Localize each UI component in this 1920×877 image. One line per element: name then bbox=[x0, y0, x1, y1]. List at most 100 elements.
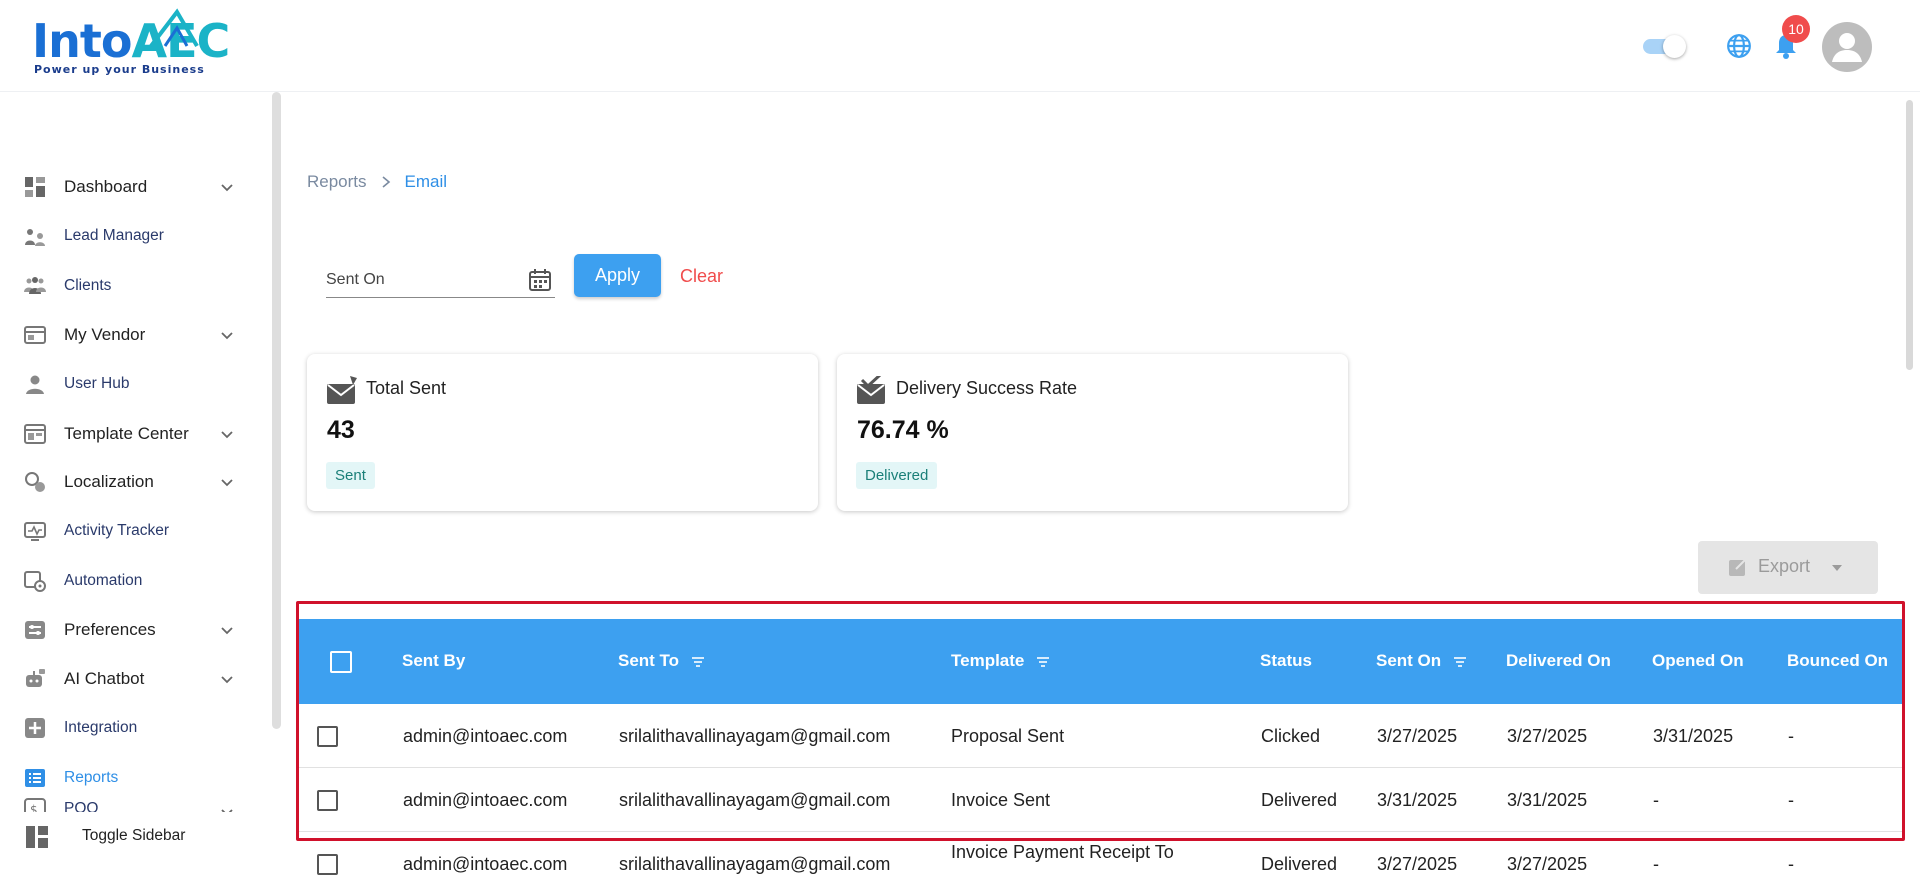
sidebar-item-label: User Hub bbox=[64, 375, 130, 392]
chevron-down-icon bbox=[221, 809, 233, 812]
person-icon bbox=[1832, 33, 1862, 62]
column-header-bounced-on[interactable]: Bounced On bbox=[1787, 651, 1888, 671]
export-label: Export bbox=[1758, 556, 1811, 576]
cell-sent-on: 3/27/2025 bbox=[1377, 854, 1458, 874]
sidebar-item-activity-tracker[interactable]: Activity Tracker bbox=[0, 509, 250, 553]
cell-template: Invoice Sent bbox=[951, 790, 1051, 810]
table-row[interactable]: admin@intoaec.com srilalithavallinayagam… bbox=[299, 704, 1902, 768]
cell-sent-to: srilalithavallinayagam@gmail.com bbox=[619, 854, 891, 874]
card-value: 43 bbox=[327, 416, 355, 444]
cell-sent-on: 3/27/2025 bbox=[1377, 726, 1458, 746]
sidebar-item-automation[interactable]: Automation bbox=[0, 559, 250, 603]
sidebar-item-template-center[interactable]: Template Center bbox=[0, 412, 250, 456]
toggle-sidebar-button[interactable]: Toggle Sidebar bbox=[0, 816, 282, 858]
select-all-checkbox[interactable] bbox=[330, 651, 352, 673]
sidebar-item-label: Integration bbox=[64, 719, 138, 736]
sidebar-item-label: Template Center bbox=[64, 424, 189, 443]
integration-icon bbox=[25, 718, 45, 738]
sidebar-layout-icon bbox=[26, 826, 48, 848]
cell-delivered-on: 3/27/2025 bbox=[1507, 854, 1588, 874]
sidebar-item-label: Clients bbox=[64, 277, 112, 294]
brand-logo[interactable]: IntoAEC Power up your Business bbox=[32, 8, 230, 78]
notification-count-badge: 10 bbox=[1782, 15, 1810, 43]
cell-sent-by: admin@intoaec.com bbox=[403, 790, 568, 810]
card-tag: Sent bbox=[326, 462, 375, 489]
sidebar-item-preferences[interactable]: Preferences bbox=[0, 608, 250, 652]
export-icon bbox=[1729, 558, 1747, 576]
filter-icon[interactable] bbox=[691, 656, 705, 668]
sidebar-item-label: Activity Tracker bbox=[64, 522, 170, 539]
table-row[interactable]: admin@intoaec.com srilalithavallinayagam… bbox=[299, 768, 1902, 832]
poo-icon: $ bbox=[24, 798, 46, 812]
caret-down-icon bbox=[1832, 565, 1842, 571]
cell-sent-to: srilalithavallinayagam@gmail.com bbox=[619, 726, 891, 746]
page-scrollbar[interactable] bbox=[1906, 100, 1913, 370]
column-header-sent-by[interactable]: Sent By bbox=[402, 651, 465, 671]
cell-template: Invoice Payment Receipt To bbox=[951, 842, 1174, 862]
row-checkbox[interactable] bbox=[317, 790, 338, 811]
sidebar-item-label: POO bbox=[64, 800, 99, 812]
column-header-opened-on[interactable]: Opened On bbox=[1652, 651, 1744, 671]
chatbot-icon bbox=[26, 669, 45, 687]
column-header-template[interactable]: Template bbox=[951, 651, 1050, 671]
sent-on-date-filter[interactable] bbox=[326, 262, 555, 298]
sidebar-item-user-hub[interactable]: User Hub bbox=[0, 362, 250, 406]
column-header-sent-on[interactable]: Sent On bbox=[1376, 651, 1467, 671]
sent-on-input[interactable] bbox=[326, 268, 516, 292]
logo-triangle-icon bbox=[149, 8, 199, 48]
sidebar-item-poo[interactable]: $ POO bbox=[0, 792, 250, 812]
cell-sent-by: admin@intoaec.com bbox=[403, 726, 568, 746]
table-header: Sent By Sent To Template Status Sent On … bbox=[299, 619, 1902, 704]
reports-icon bbox=[25, 769, 45, 787]
sidebar-item-ai-chatbot[interactable]: AI Chatbot bbox=[0, 657, 250, 701]
logo-tagline: Power up your Business bbox=[34, 63, 205, 76]
sidebar-item-localization[interactable]: Localization bbox=[0, 460, 250, 504]
apply-button[interactable]: Apply bbox=[574, 254, 661, 297]
activity-icon bbox=[24, 522, 46, 541]
table-row[interactable]: admin@intoaec.com srilalithavallinayagam… bbox=[299, 832, 1902, 877]
row-checkbox[interactable] bbox=[317, 726, 338, 747]
user-icon bbox=[26, 375, 44, 394]
calendar-icon[interactable] bbox=[528, 268, 552, 292]
row-checkbox[interactable] bbox=[317, 854, 338, 875]
sidebar-item-label: Preferences bbox=[64, 620, 156, 639]
sidebar-item-my-vendor[interactable]: My Vendor bbox=[0, 313, 250, 357]
clear-button[interactable]: Clear bbox=[680, 262, 723, 290]
user-avatar[interactable] bbox=[1822, 22, 1872, 72]
export-button[interactable]: Export bbox=[1698, 541, 1878, 594]
chevron-down-icon bbox=[221, 184, 233, 192]
globe-icon[interactable] bbox=[1726, 33, 1752, 59]
breadcrumb-current: Email bbox=[404, 172, 448, 191]
chevron-down-icon bbox=[221, 431, 233, 439]
sidebar-item-clients[interactable]: Clients bbox=[0, 264, 250, 308]
cell-delivered-on: 3/27/2025 bbox=[1507, 726, 1588, 746]
cell-sent-on: 3/31/2025 bbox=[1377, 790, 1458, 810]
column-header-sent-to[interactable]: Sent To bbox=[618, 651, 705, 671]
column-header-delivered-on[interactable]: Delivered On bbox=[1506, 651, 1611, 671]
vendor-icon bbox=[24, 326, 46, 344]
theme-toggle[interactable] bbox=[1643, 35, 1687, 58]
sidebar-item-label: Automation bbox=[64, 572, 143, 589]
template-icon bbox=[24, 424, 46, 444]
dashboard-icon bbox=[25, 177, 45, 197]
sidebar-item-dashboard[interactable]: Dashboard bbox=[0, 165, 250, 209]
total-sent-card: Total Sent 43 Sent bbox=[307, 354, 818, 511]
chevron-down-icon bbox=[221, 627, 233, 635]
card-tag: Delivered bbox=[856, 462, 938, 489]
cell-delivered-on: 3/31/2025 bbox=[1507, 790, 1588, 810]
filter-icon[interactable] bbox=[1453, 656, 1467, 668]
sidebar-item-label: Localization bbox=[64, 472, 154, 491]
sidebar-scrollbar[interactable] bbox=[272, 92, 281, 729]
cell-opened-on: - bbox=[1653, 790, 1659, 810]
cell-bounced-on: - bbox=[1788, 790, 1794, 810]
card-value: 76.74 % bbox=[857, 416, 949, 444]
cell-opened-on: 3/31/2025 bbox=[1653, 726, 1734, 746]
sidebar-item-lead-manager[interactable]: Lead Manager bbox=[0, 214, 250, 258]
column-header-status[interactable]: Status bbox=[1260, 651, 1312, 671]
sidebar-item-integration[interactable]: Integration bbox=[0, 706, 250, 750]
automation-icon bbox=[24, 571, 46, 592]
breadcrumb-parent[interactable]: Reports bbox=[307, 172, 367, 192]
filter-icon[interactable] bbox=[1036, 656, 1050, 668]
email-sent-icon bbox=[327, 376, 357, 404]
toggle-sidebar-label: Toggle Sidebar bbox=[82, 827, 186, 844]
